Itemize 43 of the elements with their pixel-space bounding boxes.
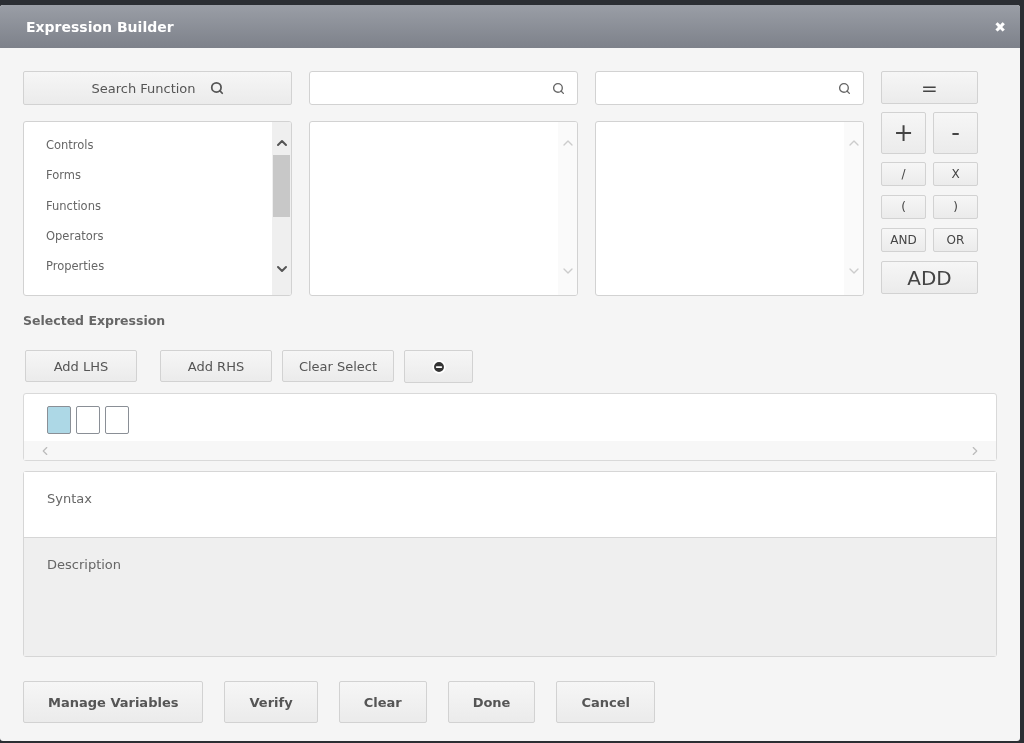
scrollbar[interactable]	[844, 122, 863, 295]
scrollbar[interactable]	[558, 122, 577, 295]
expression-slot[interactable]	[76, 406, 100, 434]
remove-button[interactable]	[404, 350, 473, 383]
operator-button[interactable]: )	[933, 195, 978, 219]
operator-button[interactable]: /	[881, 162, 926, 186]
search-icon	[209, 81, 224, 95]
section-label: Selected Expression	[23, 313, 167, 328]
operator-button[interactable]: +	[881, 112, 926, 154]
search-function-button[interactable]: Search Function	[23, 71, 292, 105]
operator-button[interactable]: (	[881, 195, 926, 219]
search-field[interactable]	[595, 71, 864, 105]
footer-button[interactable]: Cancel	[556, 681, 655, 723]
footer-button[interactable]: Done	[447, 681, 536, 723]
search-icon	[838, 81, 851, 95]
operator-button[interactable]: -	[933, 112, 978, 154]
scrollbar-thumb[interactable]	[273, 155, 290, 217]
operator-button[interactable]: AND	[881, 228, 926, 252]
dialog-title: Expression Builder	[26, 18, 174, 35]
horizontal-scrollbar[interactable]	[24, 441, 996, 460]
list-item[interactable]: Operators	[46, 226, 272, 246]
scrollbar[interactable]	[272, 122, 291, 295]
operator-button[interactable]: X	[933, 162, 978, 186]
operator-button[interactable]: ADD	[881, 261, 978, 294]
expression-slot[interactable]	[47, 406, 71, 434]
search-icon	[552, 81, 565, 95]
expression-button[interactable]: Add LHS	[25, 350, 137, 382]
expression-button[interactable]: Add RHS	[160, 350, 272, 382]
footer-button[interactable]: Clear	[338, 681, 427, 723]
footer-button[interactable]: Verify	[224, 681, 318, 723]
description-label: Description	[47, 557, 122, 572]
search-field[interactable]	[309, 71, 578, 105]
footer-button[interactable]: Manage Variables	[23, 681, 204, 723]
operator-button[interactable]: OR	[933, 228, 978, 252]
list-item[interactable]: Properties	[46, 257, 272, 276]
minus-circle-icon	[431, 359, 446, 374]
expression-slot[interactable]	[105, 406, 129, 434]
list-item[interactable]: Forms	[46, 166, 272, 186]
expression-button[interactable]: Clear Select	[282, 350, 394, 382]
list-item[interactable]: Controls	[46, 136, 272, 155]
list-item[interactable]: Functions	[46, 196, 272, 216]
operator-button[interactable]: =	[881, 71, 978, 104]
syntax-label: Syntax	[47, 491, 92, 506]
